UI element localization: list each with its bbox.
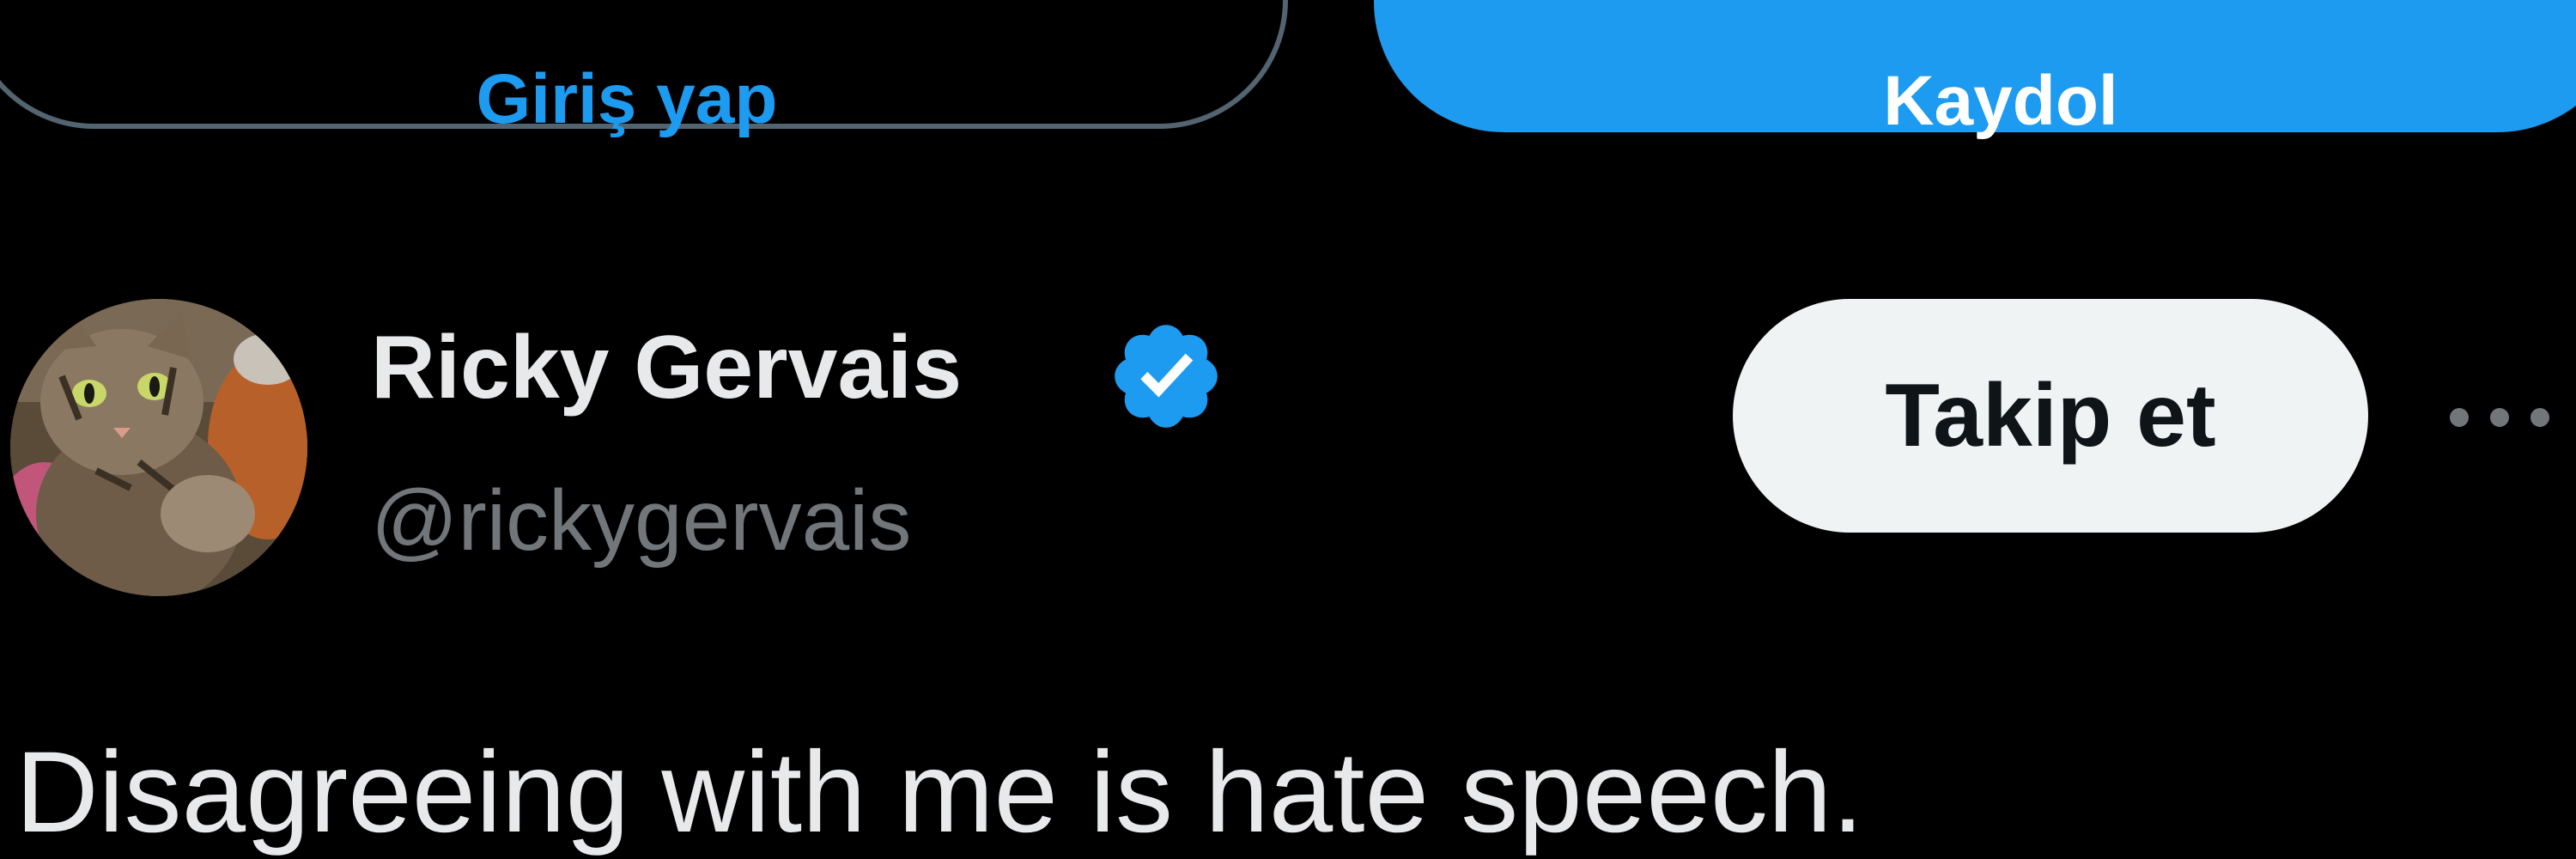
follow-button-label: Takip et [1885,365,2216,466]
tweet-text: Disagreeing with me is hate speech. [15,728,1864,856]
signup-button[interactable]: Kaydol [1374,0,2576,140]
signup-button-label: Kaydol [1883,62,2118,140]
author-handle[interactable]: @rickygervais [371,469,911,572]
avatar-image [10,299,307,596]
verified-badge-icon [1115,325,1218,428]
login-button-label: Giriş yap [476,60,778,138]
more-options-icon[interactable] [2444,392,2555,443]
follow-button[interactable]: Takip et [1733,299,2368,533]
author-display-name[interactable]: Ricky Gervais [371,316,962,419]
login-button[interactable]: Giriş yap [0,0,1288,138]
avatar[interactable] [10,299,307,596]
